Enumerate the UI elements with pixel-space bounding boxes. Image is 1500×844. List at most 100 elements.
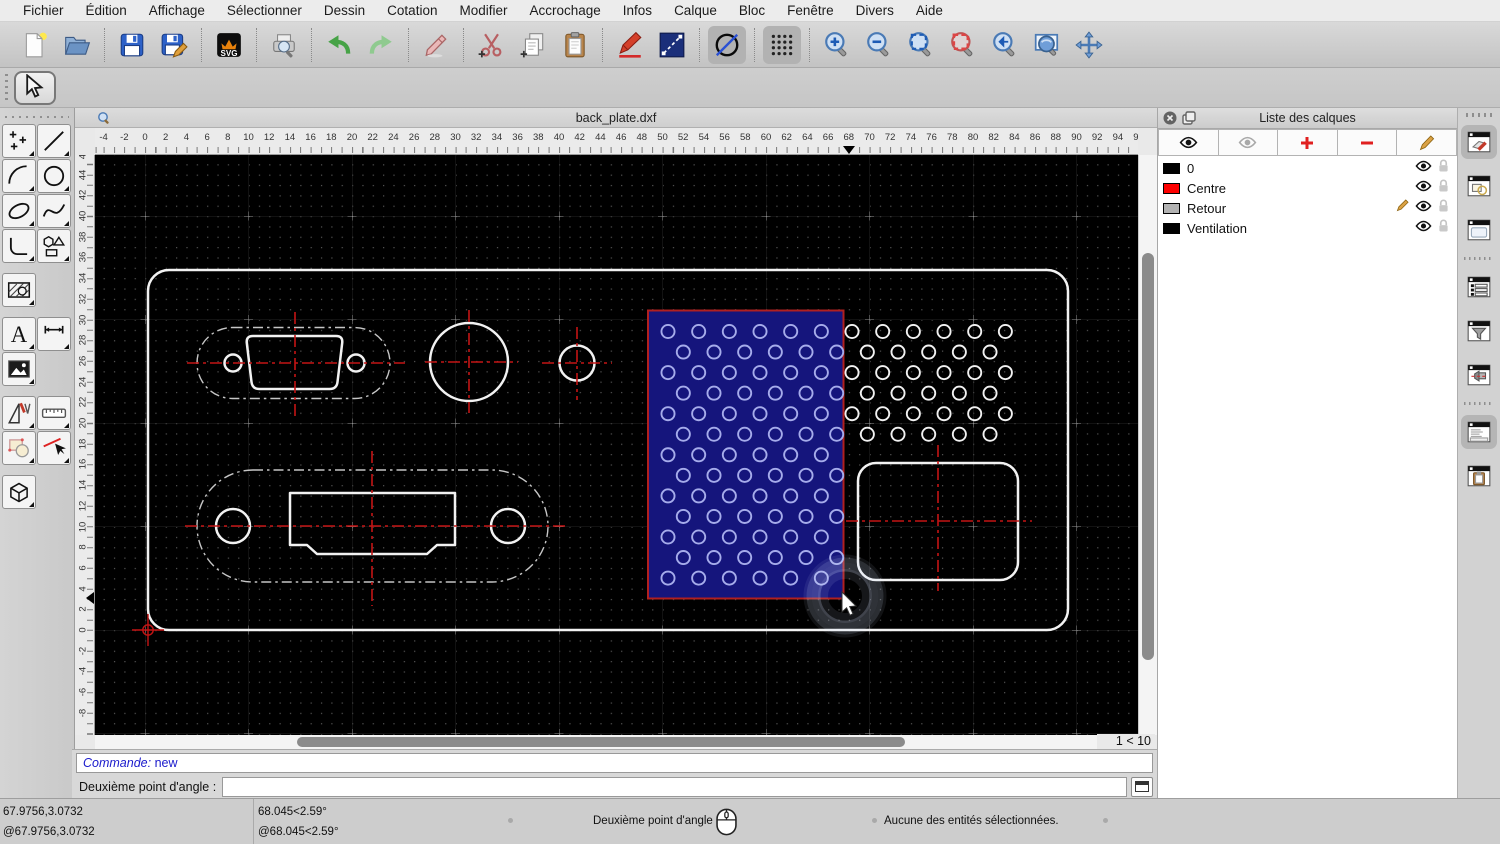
menu-affichage[interactable]: Affichage xyxy=(138,0,216,22)
layer-visibility-icon[interactable] xyxy=(1415,199,1432,217)
menu-divers[interactable]: Divers xyxy=(845,0,905,22)
dock-filter-button[interactable] xyxy=(1461,314,1497,348)
tools-drag-handle[interactable] xyxy=(5,114,69,120)
polyline-tool-button[interactable] xyxy=(2,229,36,263)
dock-library-button[interactable] xyxy=(1461,213,1497,247)
paste-button[interactable] xyxy=(556,26,594,64)
layer-edit-button[interactable] xyxy=(1397,129,1457,156)
menu-bloc[interactable]: Bloc xyxy=(728,0,776,22)
dock-blocks-button[interactable] xyxy=(1461,169,1497,203)
layers-hide-all-button[interactable] xyxy=(1218,129,1279,156)
layer-remove-button[interactable] xyxy=(1337,129,1398,156)
new-file-button[interactable] xyxy=(16,26,54,64)
grid-toggle-button[interactable] xyxy=(763,25,801,64)
text-tool-button[interactable]: A xyxy=(2,317,36,351)
zoom-out-button[interactable] xyxy=(860,26,898,64)
horizontal-scrollbar[interactable] xyxy=(95,735,1138,749)
menu-selectionner[interactable]: Sélectionner xyxy=(216,0,313,22)
layer-color-swatch[interactable] xyxy=(1163,162,1180,174)
menu-edition[interactable]: Édition xyxy=(75,0,138,22)
layer-add-button[interactable] xyxy=(1278,129,1338,156)
toolbar-drag-handle[interactable] xyxy=(5,74,8,102)
menu-fenetre[interactable]: Fenêtre xyxy=(776,0,845,22)
vertical-ruler: 4644424038363432302826242220181614121086… xyxy=(75,155,95,735)
copy-button[interactable] xyxy=(514,26,552,64)
layer-row-ventilation[interactable]: Ventilation xyxy=(1158,218,1457,238)
vertical-scrollbar-thumb[interactable] xyxy=(1142,253,1154,660)
redo-button[interactable] xyxy=(362,26,400,64)
dock-command-button[interactable] xyxy=(1461,415,1497,449)
zoom-in-button[interactable] xyxy=(818,26,856,64)
ellipse-tool-button[interactable] xyxy=(2,194,36,228)
arc-tool-button[interactable] xyxy=(2,159,36,193)
svg-export-button[interactable]: SVG xyxy=(210,26,248,64)
dock-library-icon xyxy=(1467,219,1491,241)
menu-fichier[interactable]: Fichier xyxy=(12,0,75,22)
menu-dessin[interactable]: Dessin xyxy=(313,0,376,22)
zoom-window-button[interactable] xyxy=(1028,26,1066,64)
point-tool-button[interactable] xyxy=(2,124,36,158)
horizontal-scrollbar-thumb[interactable] xyxy=(297,737,905,747)
undo-button[interactable] xyxy=(320,26,358,64)
dock-entities-button[interactable] xyxy=(1461,270,1497,304)
spline-tool-button[interactable] xyxy=(37,194,71,228)
order-tool-button[interactable] xyxy=(2,431,36,465)
zoom-selection-icon xyxy=(951,31,973,56)
layer-color-swatch[interactable] xyxy=(1163,222,1180,234)
cut-button[interactable] xyxy=(472,26,510,64)
layer-color-swatch[interactable] xyxy=(1163,182,1180,194)
dock-clipboard-button[interactable] xyxy=(1461,459,1497,493)
layer-lock-icon[interactable] xyxy=(1438,219,1449,238)
open-file-button[interactable] xyxy=(58,26,96,64)
menu-cotation[interactable]: Cotation xyxy=(376,0,448,22)
layer-visibility-icon[interactable] xyxy=(1415,159,1432,177)
document-titlebar[interactable]: back_plate.dxf xyxy=(75,108,1157,128)
command-input[interactable] xyxy=(222,777,1127,797)
dock-properties-button[interactable] xyxy=(1461,358,1497,392)
menu-infos[interactable]: Infos xyxy=(612,0,663,22)
modify-tool-button[interactable] xyxy=(2,396,36,430)
print-preview-button[interactable] xyxy=(265,26,303,64)
eraser-button[interactable] xyxy=(417,26,455,64)
measure-tool-button[interactable] xyxy=(37,396,71,430)
layer-visibility-icon[interactable] xyxy=(1415,219,1432,237)
polygon-tool-button[interactable] xyxy=(37,229,71,263)
h-ruler-label: 20 xyxy=(346,132,358,143)
zoom-selection-button[interactable] xyxy=(944,26,982,64)
save-file-button[interactable] xyxy=(113,26,151,64)
drawing-canvas[interactable] xyxy=(95,155,1138,735)
menu-calque[interactable]: Calque xyxy=(663,0,728,22)
layer-row-retour[interactable]: Retour xyxy=(1158,198,1457,218)
toolbar-separator xyxy=(754,27,755,62)
layer-lock-icon[interactable] xyxy=(1438,199,1449,218)
zoom-auto-button[interactable] xyxy=(902,26,940,64)
dock-layers-button[interactable] xyxy=(1461,125,1497,159)
layer-row-0[interactable]: 0 xyxy=(1158,158,1457,178)
layer-lock-icon[interactable] xyxy=(1438,159,1449,178)
save-as-button[interactable] xyxy=(155,26,193,64)
circle-draw-button[interactable] xyxy=(708,25,746,64)
circle-tool-button[interactable] xyxy=(37,159,71,193)
layer-color-swatch[interactable] xyxy=(1163,202,1180,214)
draw-pen-button[interactable] xyxy=(611,26,649,64)
layer-row-centre[interactable]: Centre xyxy=(1158,178,1457,198)
line-draw-button[interactable] xyxy=(653,26,691,64)
zoom-previous-button[interactable] xyxy=(986,26,1024,64)
vertical-scrollbar[interactable] xyxy=(1138,155,1157,735)
dimension-tool-button[interactable] xyxy=(37,317,71,351)
image-tool-button[interactable] xyxy=(2,352,36,386)
layer-lock-icon[interactable] xyxy=(1438,179,1449,198)
pan-button[interactable] xyxy=(1070,26,1108,64)
menu-accrochage[interactable]: Accrochage xyxy=(518,0,611,22)
menu-modifier[interactable]: Modifier xyxy=(448,0,518,22)
layer-visibility-icon[interactable] xyxy=(1415,179,1432,197)
dock-drag-handle[interactable] xyxy=(1466,113,1492,117)
layers-show-all-button[interactable] xyxy=(1158,129,1219,156)
solid-tool-button[interactable] xyxy=(2,475,36,509)
selection-pointer-button[interactable] xyxy=(14,71,56,105)
line-tool-button[interactable] xyxy=(37,124,71,158)
select-entity-tool-button[interactable] xyxy=(37,431,71,465)
menu-aide[interactable]: Aide xyxy=(905,0,954,22)
hatch-tool-button[interactable] xyxy=(2,273,36,307)
keyboard-toggle-button[interactable] xyxy=(1131,777,1153,797)
